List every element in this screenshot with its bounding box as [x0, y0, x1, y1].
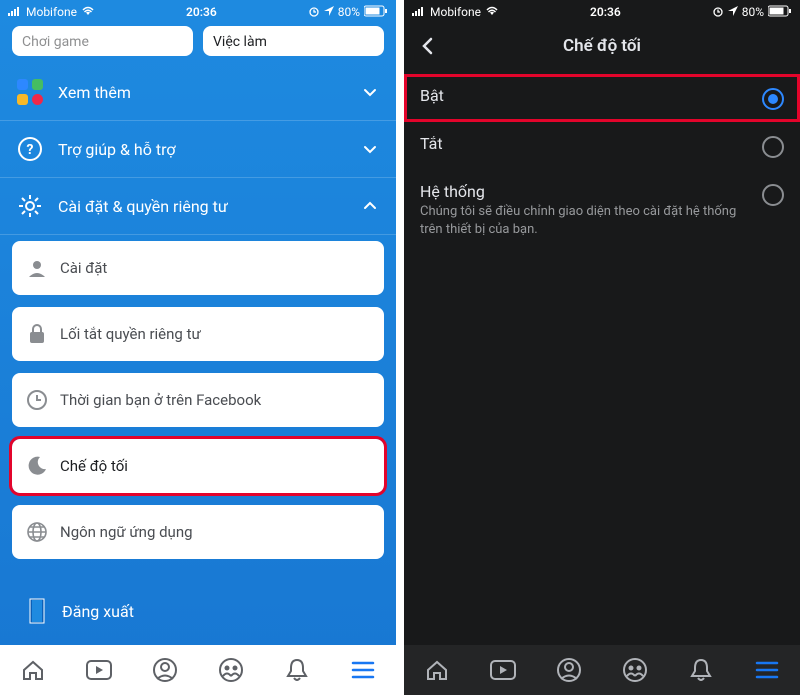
- page-title: Chế độ tối: [412, 36, 792, 56]
- gear-icon: [16, 192, 44, 220]
- option-time-on-facebook[interactable]: Thời gian bạn ở trên Facebook: [12, 373, 384, 427]
- clock-label: 20:36: [95, 5, 308, 19]
- nav-home-icon[interactable]: [415, 648, 459, 692]
- section-see-more-label: Xem thêm: [58, 83, 346, 102]
- section-settings-privacy[interactable]: Cài đặt & quyền riêng tư: [0, 178, 396, 235]
- option-dark-mode[interactable]: Chế độ tối: [12, 439, 384, 493]
- logout-label: Đăng xuất: [62, 602, 134, 621]
- chevron-down-icon: [360, 139, 380, 159]
- header-bar: Chế độ tối: [404, 24, 800, 68]
- nav-menu-icon[interactable]: [341, 648, 385, 692]
- top-shortcuts: Chơi game Việc làm: [0, 24, 396, 64]
- signal-icon: [412, 5, 426, 19]
- shortcut-games[interactable]: Chơi game: [12, 26, 193, 56]
- nav-notifications-icon[interactable]: [679, 648, 723, 692]
- option-system[interactable]: Hệ thống Chúng tôi sẽ điều chỉnh giao di…: [404, 170, 800, 250]
- nav-groups-icon[interactable]: [209, 648, 253, 692]
- nav-groups-icon[interactable]: [613, 648, 657, 692]
- location-icon: [728, 5, 738, 19]
- option-system-desc: Chúng tôi sẽ điều chỉnh giao diện theo c…: [420, 203, 750, 238]
- radio-on-icon: [762, 88, 784, 110]
- option-privacy-shortcut-label: Lối tắt quyền riêng tư: [60, 325, 201, 343]
- settings-privacy-submenu: Cài đặt Lối tắt quyền riêng tư Thời gian…: [0, 235, 396, 645]
- battery-icon: [768, 5, 792, 20]
- clock-icon: [26, 389, 48, 411]
- moon-icon: [26, 455, 48, 477]
- nav-profile-icon[interactable]: [143, 648, 187, 692]
- chevron-up-icon: [360, 196, 380, 216]
- alarm-icon: [308, 5, 320, 20]
- status-bar: Mobifone 20:36 80%: [404, 0, 800, 24]
- user-gear-icon: [26, 257, 48, 279]
- battery-label: 80%: [338, 5, 360, 19]
- section-see-more[interactable]: Xem thêm: [0, 64, 396, 121]
- option-settings-label: Cài đặt: [60, 259, 107, 277]
- battery-icon: [364, 5, 388, 20]
- carrier-label: Mobifone: [430, 5, 481, 19]
- shortcut-games-label: Chơi game: [22, 34, 89, 50]
- option-dark-mode-label: Chế độ tối: [60, 457, 128, 475]
- option-settings[interactable]: Cài đặt: [12, 241, 384, 295]
- left-phone: Mobifone 20:36 80% Chơi game Việc làm: [0, 0, 396, 695]
- dark-mode-options: Bật Tắt Hệ thống Chúng tôi sẽ điều chỉnh…: [404, 68, 800, 256]
- option-on[interactable]: Bật: [404, 74, 800, 122]
- nav-menu-icon[interactable]: [745, 648, 789, 692]
- battery-label: 80%: [742, 5, 764, 19]
- logout-row[interactable]: Đăng xuất: [12, 581, 384, 631]
- option-language-label: Ngôn ngữ ứng dụng: [60, 523, 193, 541]
- lock-icon: [26, 323, 48, 345]
- status-bar: Mobifone 20:36 80%: [0, 0, 396, 24]
- option-off-label: Tắt: [420, 134, 750, 153]
- signal-icon: [8, 5, 22, 19]
- location-icon: [324, 5, 334, 19]
- svg-text:?: ?: [27, 142, 34, 158]
- wifi-icon: [81, 5, 95, 19]
- section-help[interactable]: ? Trợ giúp & hỗ trợ: [0, 121, 396, 178]
- nav-profile-icon[interactable]: [547, 648, 591, 692]
- option-off[interactable]: Tắt: [404, 122, 800, 170]
- shortcut-jobs-label: Việc làm: [213, 34, 267, 50]
- option-time-on-facebook-label: Thời gian bạn ở trên Facebook: [60, 391, 261, 409]
- section-help-label: Trợ giúp & hỗ trợ: [58, 140, 346, 159]
- door-icon: [28, 597, 50, 625]
- chevron-down-icon: [360, 82, 380, 102]
- spacer: [404, 256, 800, 645]
- wifi-icon: [485, 5, 499, 19]
- bottom-nav: [404, 645, 800, 695]
- globe-icon: [26, 521, 48, 543]
- alarm-icon: [712, 5, 724, 20]
- nav-watch-icon[interactable]: [481, 648, 525, 692]
- radio-off-icon: [762, 136, 784, 158]
- clock-label: 20:36: [499, 5, 712, 19]
- shortcut-jobs[interactable]: Việc làm: [203, 26, 384, 56]
- option-system-label: Hệ thống: [420, 182, 750, 201]
- nav-watch-icon[interactable]: [77, 648, 121, 692]
- nav-notifications-icon[interactable]: [275, 648, 319, 692]
- option-language[interactable]: Ngôn ngữ ứng dụng: [12, 505, 384, 559]
- option-on-label: Bật: [420, 86, 750, 105]
- section-settings-privacy-label: Cài đặt & quyền riêng tư: [58, 197, 346, 216]
- option-privacy-shortcut[interactable]: Lối tắt quyền riêng tư: [12, 307, 384, 361]
- radio-system-icon: [762, 184, 784, 206]
- bottom-nav: [0, 645, 396, 695]
- apps-grid-icon: [16, 78, 44, 106]
- carrier-label: Mobifone: [26, 5, 77, 19]
- help-icon: ?: [16, 135, 44, 163]
- nav-home-icon[interactable]: [11, 648, 55, 692]
- right-phone: Mobifone 20:36 80% Chế độ tối Bật: [404, 0, 800, 695]
